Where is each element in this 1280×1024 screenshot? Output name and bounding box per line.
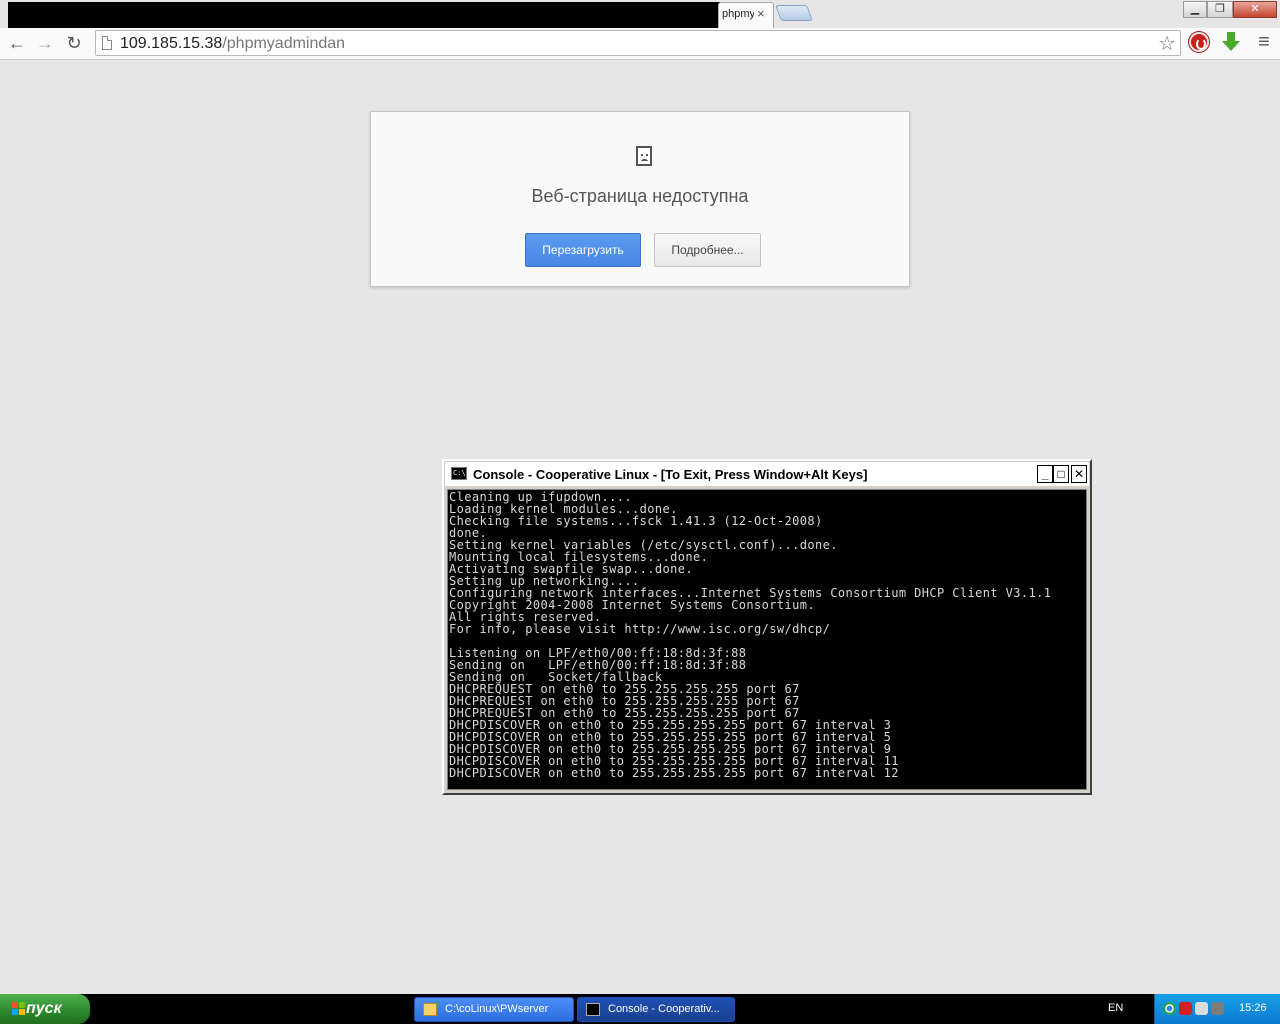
chrome-tray-icon[interactable] (1163, 1002, 1176, 1015)
window-close-button[interactable]: ✕ (1233, 1, 1277, 18)
folder-icon (423, 1003, 437, 1016)
console-titlebar[interactable]: C:\ Console - Cooperative Linux - [To Ex… (445, 462, 1089, 486)
url-path: /phpmyadmindan (222, 35, 346, 52)
download-icon[interactable] (1222, 32, 1240, 52)
tab-active[interactable]: phpmyadmindan × (718, 2, 774, 28)
console-line: DHCPDISCOVER on eth0 to 255.255.255.255 … (449, 766, 899, 780)
sad-page-icon (636, 146, 652, 166)
url-text[interactable]: 109.185.15.38/phpmyadmindan (120, 35, 345, 53)
console-text: Cleaning up ifupdown.... Loading kernel m… (449, 491, 1051, 779)
url-host: 109.185.15.38 (120, 35, 223, 52)
taskbar-item-console[interactable]: Console - Cooperativ... (577, 997, 735, 1022)
console-close-button[interactable]: ✕ (1071, 465, 1087, 483)
start-label: пуск (26, 1000, 62, 1017)
ext-stop-icon[interactable] (1189, 32, 1209, 52)
details-button[interactable]: Подробнее... (654, 233, 761, 267)
window-restore-button[interactable]: ❐ (1207, 1, 1233, 18)
language-indicator[interactable]: EN (1108, 1002, 1123, 1014)
reload-button[interactable]: Перезагрузить (525, 233, 641, 267)
error-card: Веб-страница недоступна Перезагрузить По… (370, 111, 910, 287)
start-button[interactable]: пуск (0, 994, 90, 1024)
volume-icon[interactable] (1195, 1002, 1208, 1015)
tab-title: phpmyadmindan (722, 8, 754, 20)
system-tray: 15:26 (1154, 994, 1280, 1024)
reload-icon[interactable]: ↻ (63, 32, 85, 54)
browser-toolbar: ← → ↻ 109.185.15.38/phpmyadmindan ☆ ≡ (0, 28, 1280, 60)
console-icon (586, 1003, 600, 1016)
forward-icon[interactable]: → (34, 32, 56, 54)
taskbar-item-label: Console - Cooperativ... (608, 1003, 720, 1015)
console-line: For info, please visit http://www.isc.or… (449, 622, 831, 636)
console-window[interactable]: C:\ Console - Cooperative Linux - [To Ex… (442, 459, 1092, 795)
redacted-tabs (8, 2, 720, 28)
console-app-icon: C:\ (451, 467, 467, 480)
taskbar-item-explorer[interactable]: C:\coLinux\PWserver (414, 997, 574, 1022)
error-title: Веб-страница недоступна (531, 186, 749, 206)
tab-close-icon[interactable]: × (757, 6, 765, 21)
menu-icon[interactable]: ≡ (1254, 31, 1274, 55)
console-maximize-button[interactable]: □ (1053, 465, 1069, 483)
tab-strip: phpmyadmindan × ▁ ❐ ✕ (0, 0, 1280, 28)
taskbar-item-label: C:\coLinux\PWserver (445, 1003, 549, 1015)
console-minimize-button[interactable]: _ (1037, 465, 1053, 483)
windows-logo-icon (12, 1002, 26, 1016)
star-icon[interactable]: ☆ (1158, 31, 1176, 56)
clock: 15:26 (1239, 1002, 1267, 1014)
window-minimize-button[interactable]: ▁ (1183, 1, 1207, 18)
back-icon[interactable]: ← (6, 32, 28, 54)
console-title: Console - Cooperative Linux - [To Exit, … (473, 467, 868, 482)
console-output[interactable]: Cleaning up ifupdown.... Loading kernel m… (447, 489, 1087, 790)
address-bar[interactable]: 109.185.15.38/phpmyadmindan ☆ (95, 30, 1181, 56)
page-icon (102, 36, 112, 50)
console-line: Checking file systems...fsck 1.41.3 (12-… (449, 514, 823, 528)
network-icon[interactable] (1211, 1002, 1224, 1015)
new-tab-button[interactable] (775, 5, 813, 21)
antivirus-tray-icon[interactable] (1179, 1002, 1192, 1015)
taskbar: пуск C:\coLinux\PWserver Console - Coope… (0, 994, 1280, 1024)
